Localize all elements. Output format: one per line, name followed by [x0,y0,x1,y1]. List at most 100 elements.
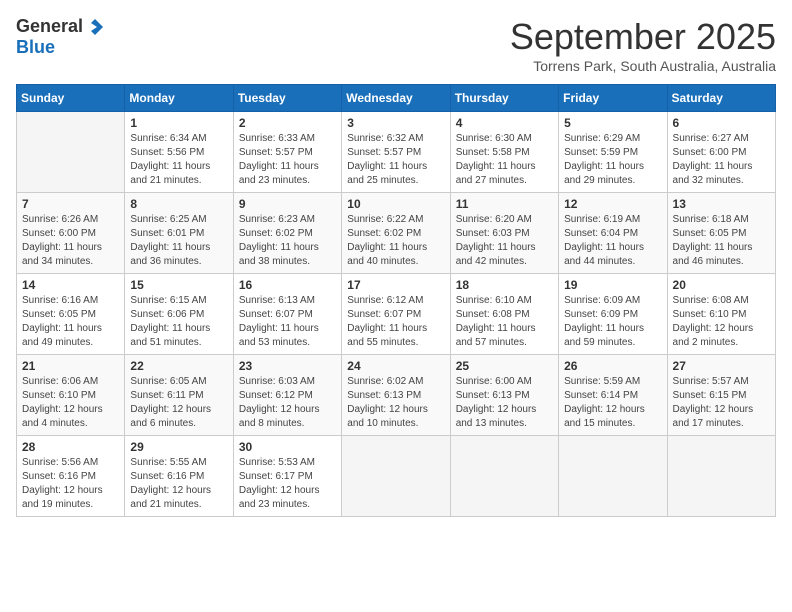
calendar-cell: 29 Sunrise: 5:55 AMSunset: 6:16 PMDayligh… [125,436,233,517]
day-info: Sunrise: 6:18 AMSunset: 6:05 PMDaylight:… [673,213,770,269]
location-subtitle: Torrens Park, South Australia, Australia [510,58,776,74]
calendar-cell: 21 Sunrise: 6:06 AMSunset: 6:10 PMDayligh… [17,355,125,436]
day-number: 27 [673,359,770,373]
day-info: Sunrise: 5:57 AMSunset: 6:15 PMDaylight:… [673,375,770,431]
day-info: Sunrise: 6:09 AMSunset: 6:09 PMDaylight:… [564,294,661,350]
calendar-week-row: 14 Sunrise: 6:16 AMSunset: 6:05 PMDayligh… [17,274,776,355]
col-saturday: Saturday [667,85,775,112]
day-info: Sunrise: 6:12 AMSunset: 6:07 PMDaylight:… [347,294,444,350]
calendar-cell: 30Sunrise: 5:53 AMSunset: 6:17 PMDayligh… [233,436,341,517]
day-number: 10 [347,197,444,211]
calendar-cell: 10Sunrise: 6:22 AMSunset: 6:02 PMDayligh… [342,193,450,274]
day-number: 3 [347,116,444,130]
day-number: 18 [456,278,553,292]
col-sunday: Sunday [17,85,125,112]
calendar-cell: 20 Sunrise: 6:08 AMSunset: 6:10 PMDayligh… [667,274,775,355]
calendar-cell: 19 Sunrise: 6:09 AMSunset: 6:09 PMDayligh… [559,274,667,355]
col-friday: Friday [559,85,667,112]
calendar-cell: 23Sunrise: 6:03 AMSunset: 6:12 PMDayligh… [233,355,341,436]
day-info: Sunrise: 6:05 AMSunset: 6:11 PMDaylight:… [130,375,227,431]
calendar-cell: 26 Sunrise: 5:59 AMSunset: 6:14 PMDayligh… [559,355,667,436]
day-info: Sunrise: 5:59 AMSunset: 6:14 PMDaylight:… [564,375,661,431]
col-wednesday: Wednesday [342,85,450,112]
day-number: 26 [564,359,661,373]
day-info: Sunrise: 6:02 AMSunset: 6:13 PMDaylight:… [347,375,444,431]
page-header: General Blue September 2025 Torrens Park… [16,16,776,74]
calendar-cell: 14 Sunrise: 6:16 AMSunset: 6:05 PMDayligh… [17,274,125,355]
logo-general-text: General [16,16,83,37]
day-number: 4 [456,116,553,130]
day-info: Sunrise: 6:13 AMSunset: 6:07 PMDaylight:… [239,294,336,350]
day-number: 16 [239,278,336,292]
calendar-cell: 5 Sunrise: 6:29 AMSunset: 5:59 PMDaylight… [559,112,667,193]
day-info: Sunrise: 6:33 AMSunset: 5:57 PMDaylight:… [239,132,336,188]
col-monday: Monday [125,85,233,112]
day-number: 13 [673,197,770,211]
calendar-cell: 9 Sunrise: 6:23 AMSunset: 6:02 PMDaylight… [233,193,341,274]
calendar-cell: 18 Sunrise: 6:10 AMSunset: 6:08 PMDayligh… [450,274,558,355]
calendar-cell [450,436,558,517]
title-block: September 2025 Torrens Park, South Austr… [510,16,776,74]
calendar-cell: 27 Sunrise: 5:57 AMSunset: 6:15 PMDayligh… [667,355,775,436]
day-info: Sunrise: 6:08 AMSunset: 6:10 PMDaylight:… [673,294,770,350]
day-info: Sunrise: 6:29 AMSunset: 5:59 PMDaylight:… [564,132,661,188]
calendar-cell: 8 Sunrise: 6:25 AMSunset: 6:01 PMDaylight… [125,193,233,274]
day-number: 24 [347,359,444,373]
day-info: Sunrise: 5:53 AMSunset: 6:17 PMDaylight:… [239,456,336,512]
day-number: 5 [564,116,661,130]
logo-icon [85,17,105,37]
calendar-cell: 2Sunrise: 6:33 AMSunset: 5:57 PMDaylight… [233,112,341,193]
calendar-cell [667,436,775,517]
calendar-cell [17,112,125,193]
logo-blue-text: Blue [16,37,55,58]
day-info: Sunrise: 6:00 AMSunset: 6:13 PMDaylight:… [456,375,553,431]
day-info: Sunrise: 6:16 AMSunset: 6:05 PMDaylight:… [22,294,119,350]
day-info: Sunrise: 6:23 AMSunset: 6:02 PMDaylight:… [239,213,336,269]
logo: General Blue [16,16,105,58]
day-info: Sunrise: 6:30 AMSunset: 5:58 PMDaylight:… [456,132,553,188]
day-number: 21 [22,359,119,373]
day-info: Sunrise: 6:20 AMSunset: 6:03 PMDaylight:… [456,213,553,269]
calendar-cell: 12 Sunrise: 6:19 AMSunset: 6:04 PMDayligh… [559,193,667,274]
calendar-cell: 24 Sunrise: 6:02 AMSunset: 6:13 PMDayligh… [342,355,450,436]
calendar-cell: 1 Sunrise: 6:34 AMSunset: 5:56 PMDaylight… [125,112,233,193]
col-tuesday: Tuesday [233,85,341,112]
calendar-cell [342,436,450,517]
day-number: 19 [564,278,661,292]
day-info: Sunrise: 6:15 AMSunset: 6:06 PMDaylight:… [130,294,227,350]
day-number: 29 [130,440,227,454]
day-number: 9 [239,197,336,211]
day-info: Sunrise: 6:10 AMSunset: 6:08 PMDaylight:… [456,294,553,350]
day-info: Sunrise: 6:25 AMSunset: 6:01 PMDaylight:… [130,213,227,269]
calendar-cell: 11 Sunrise: 6:20 AMSunset: 6:03 PMDayligh… [450,193,558,274]
day-info: Sunrise: 6:19 AMSunset: 6:04 PMDaylight:… [564,213,661,269]
day-number: 15 [130,278,227,292]
calendar-week-row: 1 Sunrise: 6:34 AMSunset: 5:56 PMDaylight… [17,112,776,193]
day-number: 17 [347,278,444,292]
day-number: 12 [564,197,661,211]
day-info: Sunrise: 6:26 AMSunset: 6:00 PMDaylight:… [22,213,119,269]
day-number: 11 [456,197,553,211]
day-number: 20 [673,278,770,292]
day-number: 22 [130,359,227,373]
calendar-cell [559,436,667,517]
day-number: 14 [22,278,119,292]
day-number: 8 [130,197,227,211]
day-info: Sunrise: 5:55 AMSunset: 6:16 PMDaylight:… [130,456,227,512]
calendar-cell: 16 Sunrise: 6:13 AMSunset: 6:07 PMDayligh… [233,274,341,355]
calendar-cell: 4 Sunrise: 6:30 AMSunset: 5:58 PMDaylight… [450,112,558,193]
calendar-table: Sunday Monday Tuesday Wednesday Thursday… [16,84,776,517]
day-number: 1 [130,116,227,130]
calendar-cell: 15 Sunrise: 6:15 AMSunset: 6:06 PMDayligh… [125,274,233,355]
day-info: Sunrise: 6:03 AMSunset: 6:12 PMDaylight:… [239,375,336,431]
day-info: Sunrise: 6:06 AMSunset: 6:10 PMDaylight:… [22,375,119,431]
calendar-cell: 25Sunrise: 6:00 AMSunset: 6:13 PMDayligh… [450,355,558,436]
day-info: Sunrise: 6:34 AMSunset: 5:56 PMDaylight:… [130,132,227,188]
calendar-week-row: 7 Sunrise: 6:26 AMSunset: 6:00 PMDaylight… [17,193,776,274]
day-number: 7 [22,197,119,211]
calendar-week-row: 28Sunrise: 5:56 AMSunset: 6:16 PMDayligh… [17,436,776,517]
calendar-cell: 28Sunrise: 5:56 AMSunset: 6:16 PMDayligh… [17,436,125,517]
calendar-cell: 17 Sunrise: 6:12 AMSunset: 6:07 PMDayligh… [342,274,450,355]
calendar-cell: 3Sunrise: 6:32 AMSunset: 5:57 PMDaylight… [342,112,450,193]
calendar-cell: 22 Sunrise: 6:05 AMSunset: 6:11 PMDayligh… [125,355,233,436]
